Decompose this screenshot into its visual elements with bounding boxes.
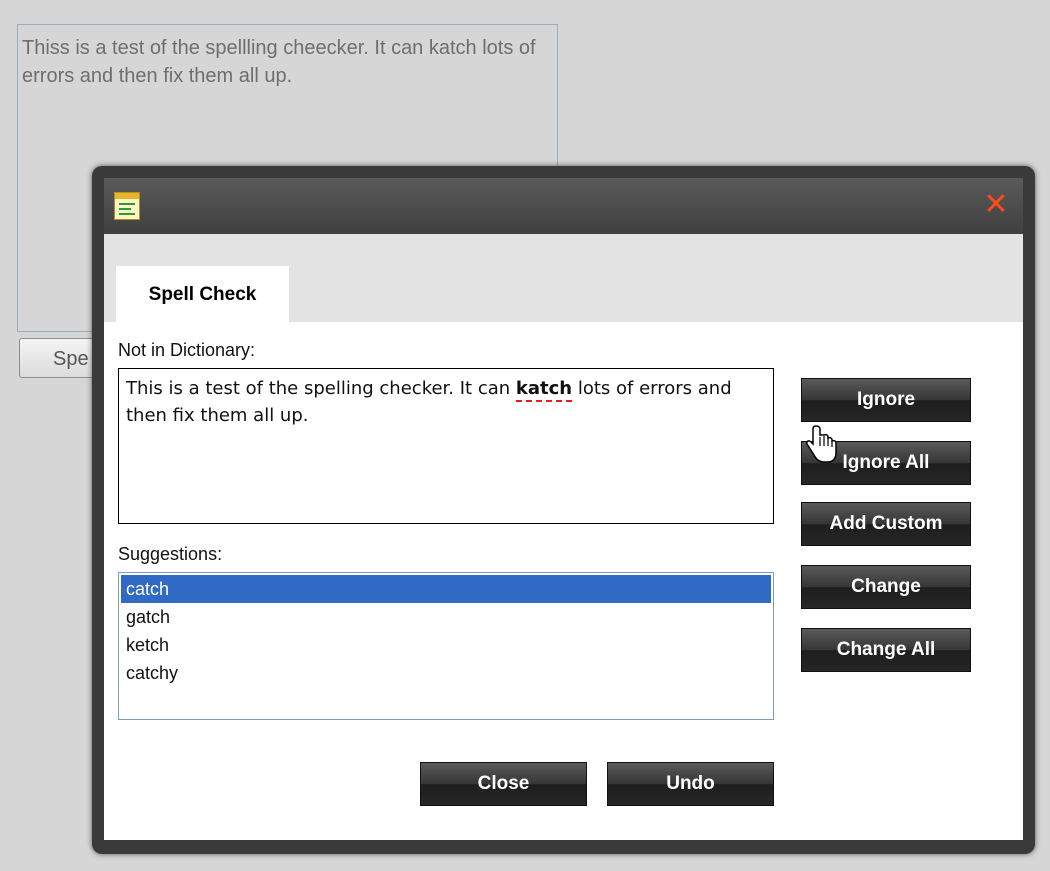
close-button[interactable]: Close [420,762,587,806]
change-button[interactable]: Change [801,565,971,609]
tab-strip: Spell Check [104,234,1023,322]
ignore-button[interactable]: Ignore [801,378,971,422]
suggestion-item[interactable]: catch [121,575,771,603]
undo-button[interactable]: Undo [607,762,774,806]
hand-pointer-cursor [806,425,837,463]
tab-spell-check[interactable]: Spell Check [116,266,289,322]
change-all-button[interactable]: Change All [801,628,971,672]
misspelled-word: katch [515,378,573,402]
suggestion-item[interactable]: gatch [121,603,771,631]
sentence-before: This is a test of the spelling checker. … [126,378,516,399]
dialog-titlebar[interactable]: ✕ [104,178,1023,234]
add-custom-button[interactable]: Add Custom [801,502,971,546]
window-app-icon [114,192,140,220]
suggestion-item[interactable]: catchy [121,659,771,687]
suggestion-item[interactable]: ketch [121,631,771,659]
spell-check-dialog: ✕ Spell Check Not in Dictionary: This is… [92,166,1035,854]
dialog-content: Spell Check Not in Dictionary: This is a… [104,234,1023,840]
not-in-dictionary-label: Not in Dictionary: [118,340,256,360]
suggestions-label: Suggestions: [118,544,223,564]
not-in-dictionary-text[interactable]: This is a test of the spelling checker. … [118,368,774,524]
close-icon[interactable]: ✕ [981,190,1011,220]
suggestions-list[interactable]: catch gatch ketch catchy [118,572,774,720]
